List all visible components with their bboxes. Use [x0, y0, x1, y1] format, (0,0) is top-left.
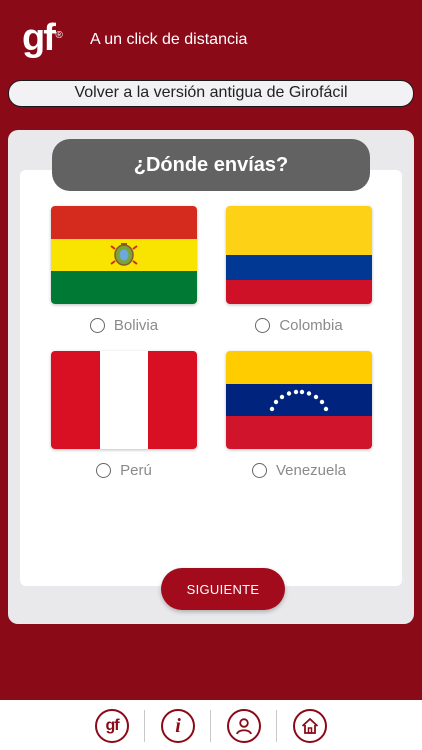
country-label-bolivia: Bolivia: [113, 316, 159, 334]
nav-divider: [210, 710, 211, 742]
next-button[interactable]: SIGUIENTE: [161, 568, 285, 610]
brand-logo: gf ®: [22, 16, 63, 60]
country-choice-colombia: Colombia: [226, 315, 372, 335]
country-choice-venezuela: Venezuela: [226, 460, 372, 480]
country-choice-peru: Perú: [51, 460, 197, 480]
radio-colombia[interactable]: [255, 317, 271, 333]
colombia-flag: [226, 206, 372, 304]
country-option-colombia[interactable]: Colombia: [226, 206, 372, 335]
logo-registered-mark: ®: [55, 30, 63, 41]
radio-venezuela[interactable]: [251, 462, 267, 478]
country-label-peru: Perú: [120, 461, 152, 479]
venezuela-flag: [226, 351, 372, 449]
nav-home-button[interactable]: [293, 709, 327, 743]
radio-peru[interactable]: [96, 462, 112, 478]
user-icon: [236, 718, 252, 735]
home-icon: [301, 718, 319, 734]
info-icon: i: [175, 714, 181, 737]
nav-info-button[interactable]: i: [161, 709, 195, 743]
country-label-venezuela: Venezuela: [275, 461, 347, 479]
gf-logo-icon: gf: [105, 717, 119, 734]
country-option-peru[interactable]: Perú: [51, 351, 197, 480]
tagline: A un click de distancia: [90, 31, 248, 48]
peru-flag: [51, 351, 197, 449]
country-option-venezuela[interactable]: Venezuela: [226, 351, 372, 480]
page-title: ¿Dónde envías?: [52, 139, 370, 191]
bottom-nav: gf i: [0, 700, 422, 750]
country-label-colombia: Colombia: [279, 316, 343, 334]
nav-gf-button[interactable]: gf: [95, 709, 129, 743]
nav-divider: [276, 710, 277, 742]
nav-divider: [144, 710, 145, 742]
logo-text: gf: [22, 17, 56, 59]
old-version-button[interactable]: Volver a la versión antigua de Girofácil: [8, 80, 414, 107]
card-content: Bolivia Colombia Perú Venezuela SIGUIENT…: [20, 170, 402, 610]
country-choice-bolivia: Bolivia: [51, 315, 197, 335]
nav-user-button[interactable]: [227, 709, 261, 743]
radio-bolivia[interactable]: [89, 317, 105, 333]
destination-card: Bolivia Colombia Perú Venezuela SIGUIENT…: [8, 130, 414, 624]
bolivia-flag: [51, 206, 197, 304]
country-option-bolivia[interactable]: Bolivia: [51, 206, 197, 335]
